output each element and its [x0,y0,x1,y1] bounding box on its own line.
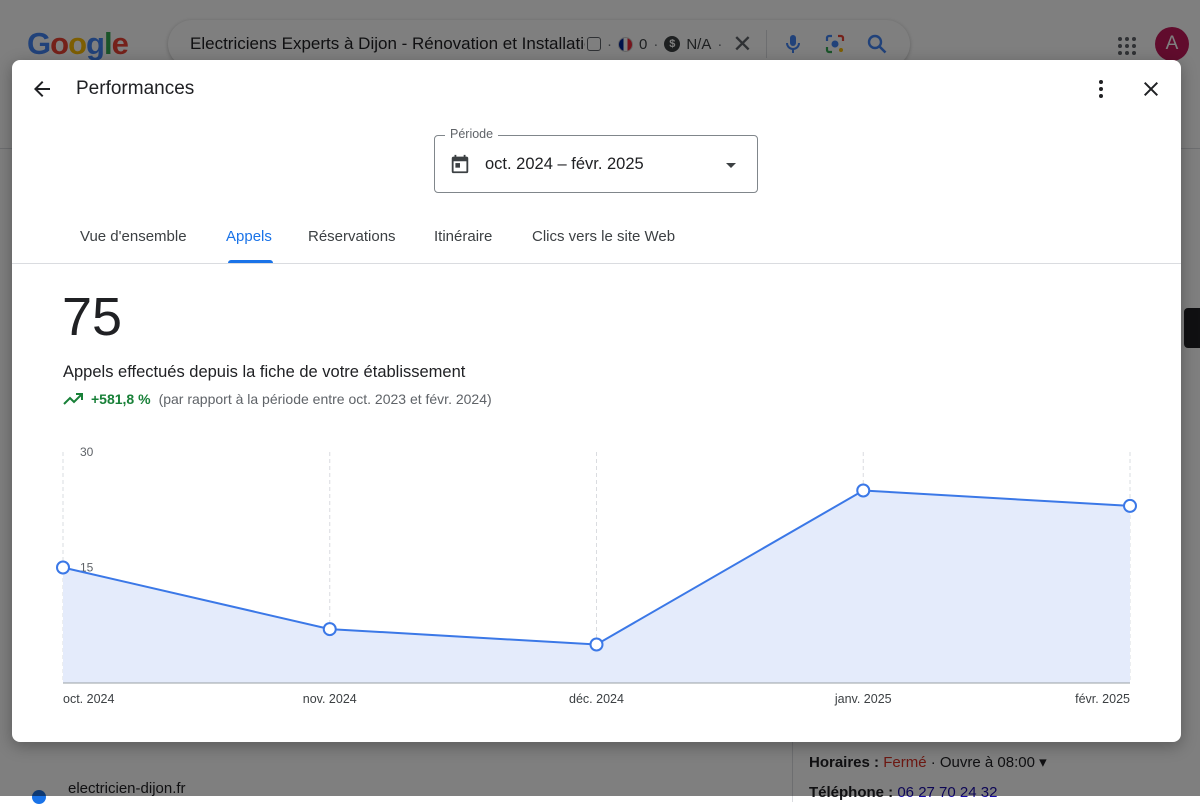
dropdown-caret-icon [723,157,739,173]
chart-data-point [1123,498,1137,513]
tab-directions[interactable]: Itinéraire [434,228,492,245]
metric-change: +581,8 % [91,391,151,407]
close-icon[interactable] [1139,77,1163,101]
x-tick-label: janv. 2025 [834,692,892,706]
trending-up-icon [63,392,83,406]
x-tick-label: nov. 2024 [303,692,357,706]
period-select[interactable]: Période oct. 2024 – févr. 2025 [434,127,758,193]
tab-bookings[interactable]: Réservations [308,228,396,245]
period-label: Période [445,127,499,141]
x-tick-label: oct. 2024 [63,692,114,706]
active-tab-indicator [228,260,273,263]
back-arrow-icon[interactable] [30,77,54,101]
tab-website-clicks[interactable]: Clics vers le site Web [532,228,675,245]
metric-description: Appels effectués depuis la fiche de votr… [63,363,466,381]
chart-data-point [589,637,604,652]
calls-chart: 1530oct. 2024 nov. 2024 déc. 2024 janv. 202… [56,445,1137,706]
chart-data-point [856,483,871,498]
tab-bar: Vue d'ensemble Appels Réservations Itiné… [12,215,1181,264]
period-value: oct. 2024 – févr. 2025 [485,155,644,173]
more-vert-icon[interactable] [1089,77,1113,101]
dialog-title: Performances [76,78,195,99]
chart-data-point [322,622,337,637]
metric-value: 75 [62,287,123,347]
calendar-icon [449,153,471,175]
x-tick-label: févr. 2025 [1075,692,1130,706]
chart-data-point [56,560,70,575]
tab-calls[interactable]: Appels [226,228,272,245]
y-tick-label: 30 [80,445,94,459]
x-tick-label: déc. 2024 [569,692,624,706]
tab-overview[interactable]: Vue d'ensemble [80,228,187,245]
performance-dialog: Performances Période oct. 2024 – févr. 2… [12,60,1181,742]
metric-trend: +581,8 % (par rapport à la période entre… [63,391,492,407]
metric-comparison: (par rapport à la période entre oct. 202… [158,391,492,407]
